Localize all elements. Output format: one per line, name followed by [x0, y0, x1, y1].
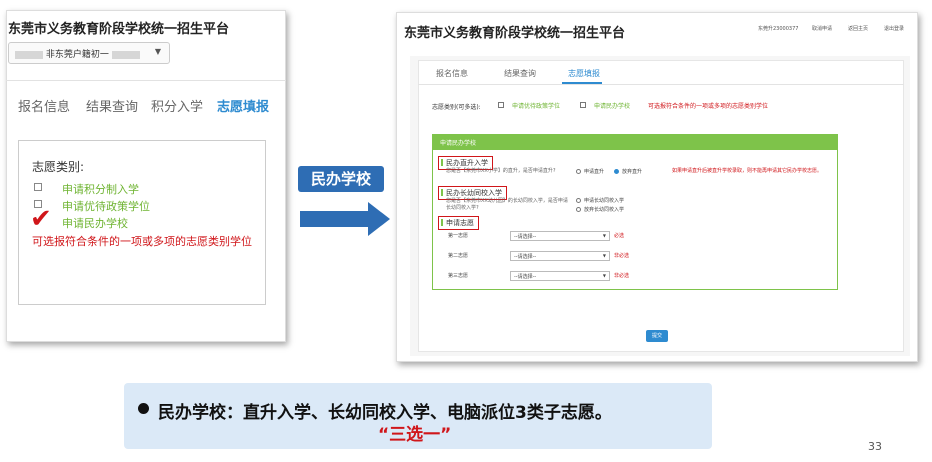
- section-kindergarten-text: 民办长幼同校入学: [446, 189, 502, 197]
- category-label: 志愿类别(可多选):: [432, 104, 481, 111]
- section-bar: [441, 159, 443, 166]
- panel-header: 申请民办学校: [432, 134, 838, 150]
- divider: [6, 80, 286, 81]
- tab-preference[interactable]: 志愿填报: [217, 96, 269, 115]
- choice-2-value: --请选择--: [514, 254, 537, 260]
- radio-apply-direct-label: 申请直升: [584, 169, 605, 175]
- divider: [418, 84, 904, 85]
- section-choices-text: 申请志愿: [446, 219, 474, 227]
- kindergarten-question: 您是否【东莞市XX幼儿园】的长幼同校入学，是否申请长幼同校入学?: [446, 198, 568, 211]
- section-direct-text: 民办直升入学: [446, 159, 488, 167]
- masked-text: [111, 50, 140, 59]
- summary-emphasis: “三选一”: [378, 425, 452, 445]
- radio-waive-direct-label: 放弃直升: [622, 169, 643, 175]
- choice-1-label: 第一志愿: [448, 233, 469, 239]
- option-priority: 申请优待政策学位: [62, 200, 150, 213]
- choice-2-select[interactable]: --请选择-- ▼: [510, 251, 610, 261]
- choice-3-select[interactable]: --请选择-- ▼: [510, 271, 610, 281]
- tab-registration[interactable]: 报名信息: [436, 68, 468, 79]
- choice-3-required: 非必选: [614, 273, 630, 279]
- household-select-value: 非东莞户籍初一: [45, 50, 109, 60]
- left-page-title: 东莞市义务教育阶段学校统一招生平台: [8, 22, 230, 37]
- section-bar: [441, 189, 443, 196]
- tab-registration[interactable]: 报名信息: [18, 96, 70, 115]
- bullet-icon: [138, 403, 149, 414]
- checkmark-annotation-icon: ✔: [30, 204, 52, 234]
- chevron-down-icon: ▼: [602, 273, 606, 278]
- choice-1-required: 必选: [614, 233, 625, 239]
- option-priority: 申请优待政策学位: [512, 103, 561, 110]
- choice-3-label: 第三志愿: [448, 273, 469, 279]
- radio-waive-direct[interactable]: [614, 169, 619, 174]
- choice-1-value: --请选择--: [514, 234, 537, 240]
- right-page-title: 东莞市义务教育阶段学校统一招生平台: [404, 26, 626, 41]
- tab-points-admission[interactable]: 积分入学: [151, 96, 203, 115]
- nav-cancel-application[interactable]: 取消申请: [812, 25, 832, 32]
- direct-question: 您是否【东莞市XX小学】的直升，是否申请直升?: [446, 168, 556, 174]
- category-note: 可选报符合条件的一项或多项的志愿类别学位: [648, 103, 769, 110]
- nav-user[interactable]: 东莞升23000377: [758, 25, 798, 32]
- right-arrow-icon: [300, 202, 390, 236]
- masked-text: [15, 50, 43, 59]
- category-note: 可选报符合条件的一项或多项的志愿类别学位: [32, 235, 252, 248]
- radio-apply-direct[interactable]: [576, 169, 581, 174]
- household-select[interactable]: 非东莞户籍初一 ▼: [8, 42, 170, 64]
- nav-logout[interactable]: 退出登录: [884, 25, 904, 32]
- nav-home[interactable]: 返回主页: [848, 25, 868, 32]
- category-label: 志愿类别:: [32, 160, 85, 174]
- option-private: 申请民办学校: [62, 217, 128, 230]
- submit-button[interactable]: 提交: [646, 330, 668, 342]
- radio-waive-kindergarten-label: 放弃长幼同校入学: [584, 207, 625, 213]
- chevron-down-icon: ▼: [154, 47, 161, 56]
- choice-2-required: 非必选: [614, 253, 630, 259]
- checkbox-private[interactable]: [580, 102, 586, 108]
- radio-apply-kindergarten-label: 申请长幼同校入学: [584, 198, 625, 204]
- choice-3-value: --请选择--: [514, 274, 537, 280]
- tab-results[interactable]: 结果查询: [86, 96, 138, 115]
- checkbox-points[interactable]: [34, 183, 42, 191]
- tab-preference[interactable]: 志愿填报: [568, 68, 600, 79]
- section-bar: [441, 219, 443, 226]
- radio-waive-kindergarten[interactable]: [576, 207, 581, 212]
- page-number: 33: [868, 440, 882, 453]
- tab-results[interactable]: 结果查询: [504, 68, 536, 79]
- radio-apply-kindergarten[interactable]: [576, 198, 581, 203]
- chevron-down-icon: ▼: [602, 253, 606, 258]
- direct-note: 如果申请直升后被直升学校录取，则不能再申请其它民办学校志愿。: [672, 168, 823, 174]
- private-school-label: 民办学校: [298, 166, 384, 192]
- choice-2-label: 第二志愿: [448, 253, 469, 259]
- option-private: 申请民办学校: [594, 103, 631, 110]
- option-points: 申请积分制入学: [62, 183, 139, 196]
- chevron-down-icon: ▼: [602, 233, 606, 238]
- choice-1-select[interactable]: --请选择-- ▼: [510, 231, 610, 241]
- checkbox-priority[interactable]: [498, 102, 504, 108]
- section-choices-title: 申请志愿: [438, 216, 479, 230]
